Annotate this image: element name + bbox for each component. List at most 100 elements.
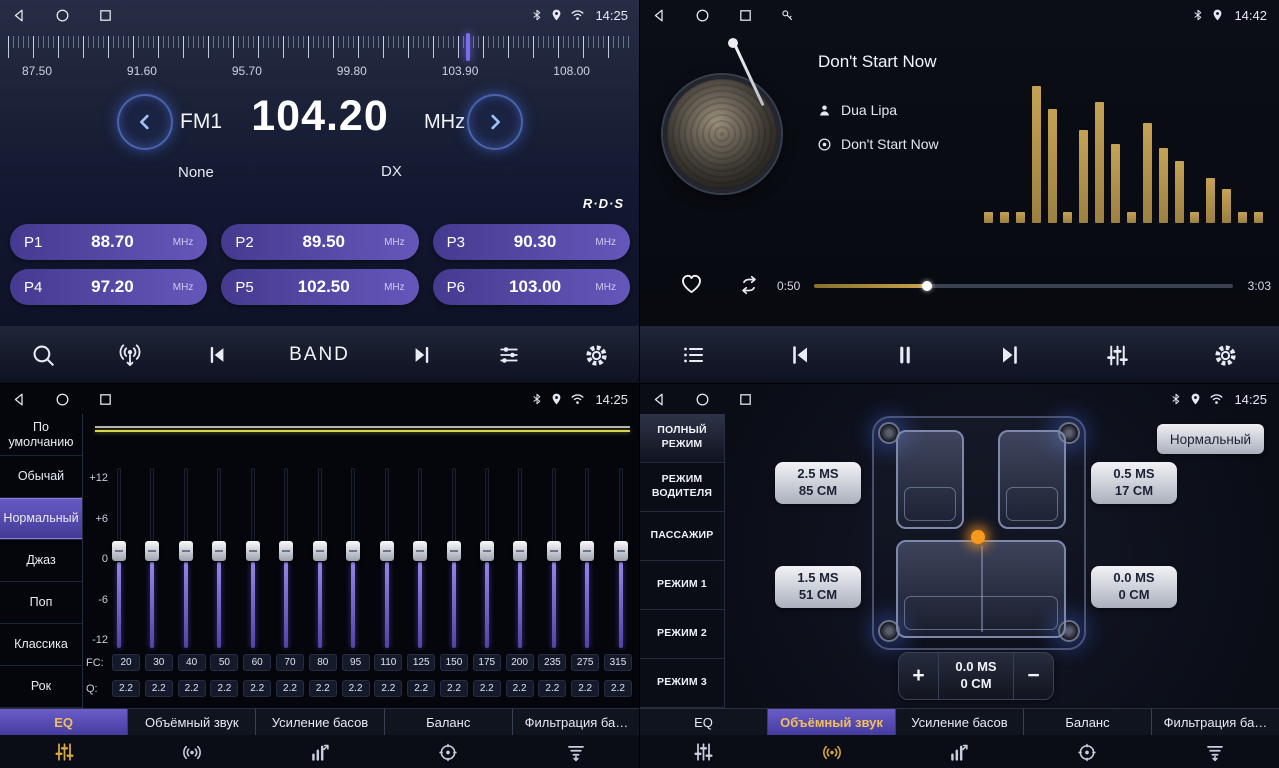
back-button[interactable]	[12, 8, 27, 23]
sound-field-mode-item[interactable]: ПОЛНЫЙ РЕЖИМ	[640, 414, 724, 463]
bass-tab-icon[interactable]	[896, 735, 1024, 768]
front-left-delay-button[interactable]: 2.5 MS 85 CM	[775, 462, 861, 504]
eq-band-slider[interactable]	[547, 468, 561, 648]
eq-preset-item[interactable]: Нормальный	[0, 498, 82, 540]
eq-band-slider[interactable]	[413, 468, 427, 648]
eq-band-slider[interactable]	[380, 468, 394, 648]
eq-band-slider[interactable]	[447, 468, 461, 648]
preset-button[interactable]: P2 89.50 MHz	[221, 224, 418, 260]
recents-button[interactable]	[98, 392, 113, 407]
tune-down-button[interactable]	[117, 94, 173, 150]
eq-band-slider[interactable]	[246, 468, 260, 648]
sound-preset-button[interactable]: Нормальный	[1157, 424, 1264, 454]
eq-band-slider[interactable]	[145, 468, 159, 648]
back-button[interactable]	[652, 8, 667, 23]
tab-filter[interactable]: Фильтрация ба…	[1152, 709, 1279, 735]
sound-field-mode-item[interactable]: РЕЖИМ 1	[640, 561, 724, 610]
recents-button[interactable]	[738, 8, 753, 23]
sound-field-mode-item[interactable]: ПАССАЖИР	[640, 512, 724, 561]
balance-tab-icon[interactable]	[1023, 735, 1151, 768]
home-button[interactable]	[695, 392, 710, 407]
eq-band-slider[interactable]	[614, 468, 628, 648]
favorite-button[interactable]	[678, 271, 705, 296]
repeat-button[interactable]	[736, 274, 762, 296]
back-button[interactable]	[652, 392, 667, 407]
rear-right-delay-button[interactable]: 0.0 MS 0 CM	[1091, 566, 1177, 608]
tuner-button[interactable]	[116, 342, 144, 369]
surround-tab-icon[interactable]	[768, 735, 896, 768]
slider-thumb[interactable]	[380, 541, 394, 561]
delay-increase-button[interactable]: +	[899, 653, 939, 699]
eq-band-slider[interactable]	[313, 468, 327, 648]
eq-band-slider[interactable]	[179, 468, 193, 648]
eq-preset-item[interactable]: Обычай	[0, 456, 82, 498]
prev-track-button[interactable]	[787, 343, 813, 367]
tab-bass-boost[interactable]: Усиление басов	[896, 709, 1024, 735]
slider-thumb[interactable]	[614, 541, 628, 561]
rear-left-delay-button[interactable]: 1.5 MS 51 CM	[775, 566, 861, 608]
seek-bar[interactable]	[814, 284, 1233, 288]
bass-tab-icon[interactable]	[256, 735, 384, 768]
eq-band-slider[interactable]	[480, 468, 494, 648]
audio-settings-button[interactable]	[495, 343, 523, 367]
frequency-ruler[interactable]	[8, 36, 632, 60]
eq-preset-item[interactable]: Рок	[0, 666, 82, 708]
eq-preset-item[interactable]: Классика	[0, 624, 82, 666]
slider-thumb[interactable]	[212, 541, 226, 561]
home-button[interactable]	[55, 8, 70, 23]
tab-bass-boost[interactable]: Усиление басов	[256, 709, 384, 735]
next-track-button[interactable]	[997, 343, 1023, 367]
eq-band-slider[interactable]	[279, 468, 293, 648]
tab-balance[interactable]: Баланс	[1024, 709, 1152, 735]
tab-eq[interactable]: EQ	[640, 709, 768, 735]
tab-balance[interactable]: Баланс	[385, 709, 513, 735]
slider-thumb[interactable]	[313, 541, 327, 561]
seek-bar-knob[interactable]	[922, 281, 932, 291]
back-button[interactable]	[12, 392, 27, 407]
preset-button[interactable]: P6 103.00 MHz	[433, 269, 630, 305]
recents-button[interactable]	[738, 392, 753, 407]
seek-prev-button[interactable]	[205, 344, 229, 366]
equalizer-button[interactable]	[1104, 343, 1131, 368]
tune-up-button[interactable]	[467, 94, 523, 150]
scan-button[interactable]	[30, 342, 56, 368]
eq-tab-icon[interactable]	[0, 735, 128, 768]
slider-thumb[interactable]	[513, 541, 527, 561]
eq-band-slider[interactable]	[580, 468, 594, 648]
settings-button[interactable]	[583, 342, 610, 369]
slider-thumb[interactable]	[547, 541, 561, 561]
eq-band-slider[interactable]	[346, 468, 360, 648]
eq-preset-item[interactable]: Джаз	[0, 540, 82, 582]
settings-button[interactable]	[1212, 342, 1239, 369]
eq-preset-item[interactable]: По умолчанию	[0, 414, 82, 456]
home-button[interactable]	[55, 392, 70, 407]
slider-thumb[interactable]	[112, 541, 126, 561]
slider-thumb[interactable]	[346, 541, 360, 561]
slider-thumb[interactable]	[480, 541, 494, 561]
listening-position-dot[interactable]	[971, 530, 985, 544]
slider-thumb[interactable]	[580, 541, 594, 561]
slider-thumb[interactable]	[413, 541, 427, 561]
delay-decrease-button[interactable]: −	[1013, 653, 1053, 699]
slider-thumb[interactable]	[145, 541, 159, 561]
home-button[interactable]	[695, 8, 710, 23]
eq-preset-item[interactable]: Поп	[0, 582, 82, 624]
filter-tab-icon[interactable]	[1151, 735, 1279, 768]
slider-thumb[interactable]	[179, 541, 193, 561]
eq-band-slider[interactable]	[212, 468, 226, 648]
sound-field-mode-item[interactable]: РЕЖИМ 2	[640, 610, 724, 659]
eq-band-slider[interactable]	[112, 468, 126, 648]
slider-thumb[interactable]	[279, 541, 293, 561]
tab-filter[interactable]: Фильтрация ба…	[513, 709, 640, 735]
front-right-delay-button[interactable]: 0.5 MS 17 CM	[1091, 462, 1177, 504]
preset-button[interactable]: P5 102.50 MHz	[221, 269, 418, 305]
slider-thumb[interactable]	[447, 541, 461, 561]
eq-tab-icon[interactable]	[640, 735, 768, 768]
filter-tab-icon[interactable]	[512, 735, 640, 768]
pause-button[interactable]	[894, 342, 916, 368]
preset-button[interactable]: P4 97.20 MHz	[10, 269, 207, 305]
eq-band-slider[interactable]	[513, 468, 527, 648]
balance-tab-icon[interactable]	[384, 735, 512, 768]
seek-next-button[interactable]	[410, 344, 434, 366]
recents-button[interactable]	[98, 8, 113, 23]
